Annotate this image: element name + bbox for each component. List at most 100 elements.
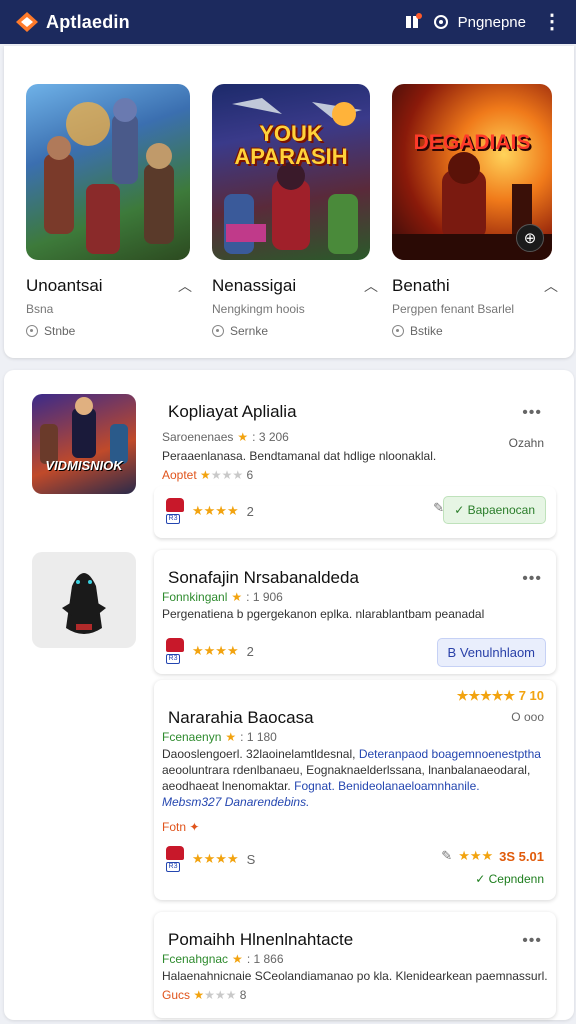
featured-meta: Stnbe: [44, 324, 76, 338]
view-button[interactable]: B Venulnhlaom: [436, 638, 546, 667]
featured-thumbnail[interactable]: [26, 84, 190, 260]
desc-line[interactable]: Mebsm327 Danarendebins.: [162, 794, 548, 810]
list-item[interactable]: Sonafajin Nrsabanaldeda ••• Fonnkinganl …: [154, 550, 556, 674]
star-icon: ★: [237, 430, 249, 444]
rating-row: R3 ★★★★ 2: [166, 498, 254, 524]
app-description: Halaenahnicnaie SCeolandiamanao po kla. …: [162, 969, 548, 983]
featured-title: Unoantsai: [26, 276, 103, 295]
right-rating: ✎ ★★★ 3S 5.01: [441, 848, 544, 864]
profile-label[interactable]: Pngnepne: [458, 14, 526, 31]
desc-text: aeodhaeat lnenomaktar.: [162, 779, 291, 793]
featured-card[interactable]: YOUK APARASIH Nenassigai ︿ Nengkingm hoo…: [212, 84, 382, 338]
featured-art-text: YOUK APARASIH: [234, 121, 348, 170]
app-tag-row: Fotn ✦: [162, 820, 199, 834]
view-button-label: Venulnhlaom: [459, 645, 535, 660]
add-icon[interactable]: ⊕: [516, 224, 544, 252]
profile-icon[interactable]: [430, 11, 452, 33]
more-icon[interactable]: •••: [522, 570, 542, 588]
featured-thumbnail[interactable]: DEGADIAIS ⊕: [392, 84, 552, 260]
featured-subtitle: Pergpen fenant Bsarlel: [392, 302, 515, 316]
featured-meta: Bstike: [410, 324, 443, 338]
tag-count: 6: [246, 468, 254, 482]
app-title: Pomaihh Hlnenlnahtacte: [168, 930, 354, 949]
installed-status: ✓ Cepndenn: [475, 872, 544, 886]
chevron-up-icon[interactable]: ︿: [364, 276, 378, 296]
store-badge-icon: R3: [166, 498, 184, 524]
right-meta: O ooo: [511, 710, 544, 724]
featured-subtitle: Nengkingm hoois: [212, 302, 305, 316]
rating-count: S: [246, 851, 256, 867]
app-downloads: : 1 906: [246, 590, 283, 604]
featured-section: Unoantsai ︿ Bsna Stnbe YOUK APARASIH Nen…: [4, 46, 574, 358]
more-icon[interactable]: •••: [522, 404, 542, 422]
app-downloads: : 3 206: [252, 430, 289, 444]
notification-icon[interactable]: [402, 11, 424, 33]
star-icon: ★: [232, 952, 243, 966]
status-icon: [212, 325, 224, 337]
app-title: Nararahia Baocasa: [168, 708, 314, 727]
star-icon: ✦: [189, 820, 200, 834]
desc-link[interactable]: Deteranpaod boagemnoenestptha: [359, 747, 541, 761]
featured-title: Benathi: [392, 276, 450, 295]
app-description: Peraaenlanasa. Bendtamanal dat hdlige nl…: [162, 449, 437, 463]
star-icon: ★: [225, 730, 237, 744]
overflow-menu-icon[interactable]: ⋮: [542, 12, 562, 32]
desc-line: aeodhaeat lnenomaktar. Fognat. Benideola…: [162, 778, 548, 794]
store-badge-icon: R3: [166, 846, 184, 872]
app-header: Aptlaedin Pngnepne ⋮: [0, 0, 576, 44]
featured-title: Nenassigai: [212, 276, 297, 295]
featured-thumbnail[interactable]: YOUK APARASIH: [212, 84, 370, 260]
star-icon: ★★★★: [192, 643, 239, 658]
app-category: Fcenaenyn: [162, 730, 222, 744]
featured-card[interactable]: DEGADIAIS ⊕ Benathi ︿ Pergpen fenant Bsa…: [392, 84, 562, 338]
star-icon: ★: [200, 468, 211, 482]
downloads-value: 3 206: [258, 430, 289, 444]
app-meta: Fcenaenyn ★ : 1 180: [162, 730, 277, 744]
store-badge-icon: R3: [166, 638, 184, 664]
app-logo-icon[interactable]: [14, 9, 40, 35]
downloads-value: 1 180: [246, 730, 277, 744]
rating-count: 2: [246, 503, 254, 519]
downloads-value: 1 866: [253, 952, 284, 966]
star-icon: ★★★★: [192, 503, 239, 518]
list-item[interactable]: Pomaihh Hlnenlnahtacte ••• Fcenahgnac ★ …: [154, 912, 556, 1018]
chevron-up-icon[interactable]: ︿: [544, 276, 558, 296]
app-title: Kopliayat Aplialia: [168, 402, 297, 421]
desc-link[interactable]: Fognat. Benideolanaeloamnhanile.: [294, 779, 479, 793]
featured-art-text: DEGADIAIS: [413, 131, 531, 154]
app-description: Daooslengoerl. 32laoinelamtldesnal, Dete…: [162, 746, 548, 810]
app-tag: Fotn: [162, 820, 187, 834]
star-icon: ★★★: [204, 988, 237, 1002]
install-button[interactable]: ✓ Bapaenocan: [443, 496, 546, 524]
app-downloads: : 1 180: [240, 730, 277, 744]
app-tag: Gucs: [162, 988, 191, 1002]
app-list-panel: VIDMISNIOK Kopliayat Aplialia ••• Saroen…: [4, 370, 574, 1020]
installed-status-label: Cepndenn: [488, 872, 544, 886]
install-button-label: Bapaenocan: [467, 503, 535, 517]
app-category: Fonnkinganl: [162, 590, 228, 604]
star-icon: ★★★: [458, 848, 494, 863]
status-icon: [392, 325, 404, 337]
list-item-footer: R3 ★★★★ 2 ✎ ✓ Bapaenocan: [154, 486, 556, 538]
list-thumbnail[interactable]: [32, 552, 136, 648]
tag-count: 8: [239, 988, 247, 1002]
edit-icon[interactable]: ✎: [441, 848, 452, 864]
star-icon: ★: [193, 988, 205, 1002]
app-meta: Fcenahgnac ★ : 1 866: [162, 952, 284, 966]
featured-card[interactable]: Unoantsai ︿ Bsna Stnbe: [26, 84, 196, 338]
list-item[interactable]: ★★★★★ 7 10 O ooo Nararahia Baocasa Fcena…: [154, 680, 556, 900]
star-icon: ★★★★: [192, 851, 239, 866]
thumbnail-title: VIDMISNIOK: [45, 458, 123, 473]
app-meta: Saroenenaes ★ : 3 206: [162, 430, 289, 444]
app-downloads: : 1 866: [246, 952, 284, 966]
top-rating: ★★★★★ 7 10: [456, 688, 544, 703]
featured-meta: Sernke: [230, 324, 269, 338]
desc-text: Daooslengoerl. 32laoinelamtldesnal,: [162, 747, 356, 761]
list-thumbnail[interactable]: VIDMISNIOK: [32, 394, 136, 494]
app-tag: Aoptet: [162, 468, 197, 482]
more-icon[interactable]: •••: [522, 932, 542, 950]
right-rating-value: 3S 5.01: [499, 848, 544, 864]
rating-count: 2: [246, 643, 254, 659]
desc-line: aeooluntrara rdenlbanaeu, Eognaknaelderl…: [162, 763, 531, 777]
chevron-up-icon[interactable]: ︿: [178, 276, 192, 296]
